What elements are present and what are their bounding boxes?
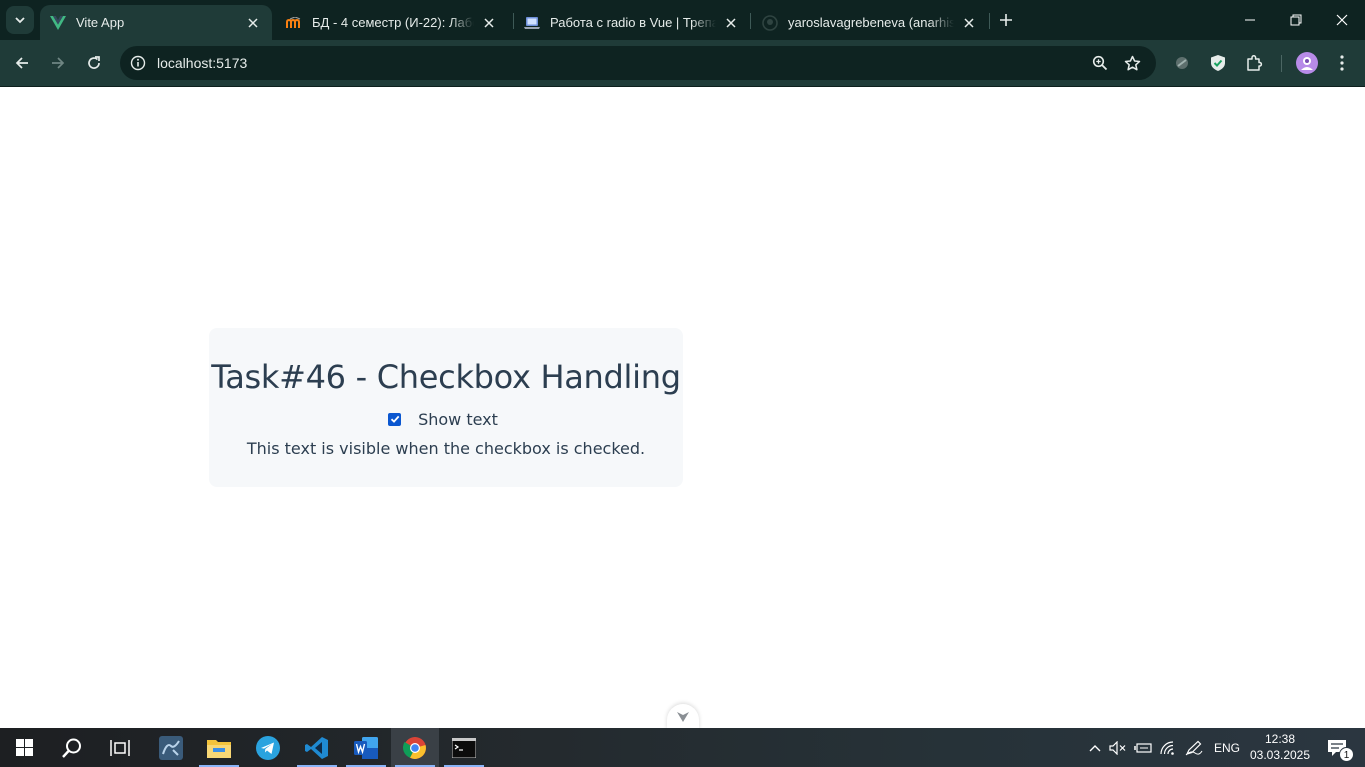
extension-vpn-icon[interactable] <box>1171 52 1193 74</box>
close-icon[interactable] <box>480 14 498 32</box>
back-button[interactable] <box>9 50 35 76</box>
notification-badge: 1 <box>1339 747 1354 762</box>
folder-icon <box>207 739 231 758</box>
browser-menu-button[interactable] <box>1331 52 1353 74</box>
battery-icon <box>1134 742 1152 753</box>
github-icon <box>762 14 778 31</box>
toolbar-divider <box>1281 55 1282 72</box>
checkbox-row: Show text <box>209 408 683 430</box>
moodle-icon <box>286 15 302 31</box>
laptop-icon <box>524 15 540 31</box>
show-text-checkbox[interactable] <box>388 412 402 426</box>
tab-vite-app[interactable]: Vite App <box>40 5 272 40</box>
start-button[interactable] <box>0 728 48 767</box>
telegram-icon <box>256 735 280 760</box>
battery-button[interactable] <box>1132 728 1154 767</box>
zoom-icon[interactable] <box>1090 53 1110 73</box>
page-viewport: Task#46 - Checkbox Handling Show text Th… <box>0 87 1365 730</box>
vue-logo-icon <box>50 15 66 31</box>
search-icon <box>62 738 81 758</box>
arrow-right-icon <box>52 57 65 69</box>
chevron-up-icon <box>1089 744 1101 751</box>
windows-taskbar: ENG 12:38 03.03.2025 1 <box>0 728 1365 767</box>
new-tab-button[interactable] <box>994 8 1018 32</box>
pen-workspace-button[interactable] <box>1183 728 1205 767</box>
bookmark-star-icon[interactable] <box>1122 53 1142 73</box>
chevron-down-icon <box>15 17 25 24</box>
volume-button[interactable] <box>1107 728 1129 767</box>
site-info-icon[interactable] <box>129 54 147 72</box>
restore-button[interactable] <box>1273 0 1319 40</box>
tab-separator <box>750 13 751 29</box>
taskbar-vscode[interactable] <box>293 728 341 767</box>
browser-toolbar: localhost:5173 <box>0 40 1365 87</box>
tab-title: БД - 4 семестр (И-22): Лабораторная <box>312 15 474 30</box>
close-window-button[interactable] <box>1319 0 1365 40</box>
extensions-puzzle-icon[interactable] <box>1243 52 1265 74</box>
url-text: localhost:5173 <box>157 55 248 71</box>
tab-trepachev[interactable]: Работа с radio в Vue | Трепачёв <box>514 5 750 40</box>
network-button[interactable] <box>1157 728 1179 767</box>
taskbar-chrome[interactable] <box>391 728 439 767</box>
tab-title: Vite App <box>76 15 125 30</box>
plus-icon <box>1000 14 1012 26</box>
clock[interactable]: 12:38 03.03.2025 <box>1245 731 1315 763</box>
taskbar-telegram[interactable] <box>244 728 292 767</box>
page-title: Task#46 - Checkbox Handling <box>211 358 681 396</box>
wifi-icon <box>1160 740 1174 755</box>
show-hidden-icons-button[interactable] <box>1085 728 1105 767</box>
reload-button[interactable] <box>81 50 107 76</box>
minimize-button[interactable] <box>1227 0 1273 40</box>
task-card: Task#46 - Checkbox Handling Show text Th… <box>209 328 683 487</box>
kebab-menu-icon <box>1340 55 1344 71</box>
word-icon <box>354 736 378 759</box>
tab-separator <box>989 13 990 29</box>
windows-logo-icon <box>15 739 33 756</box>
tab-github[interactable]: yaroslavagrebeneva (anarhissstka) <box>752 5 988 40</box>
clock-date: 03.03.2025 <box>1249 748 1311 762</box>
restore-icon <box>1290 14 1302 26</box>
volume-muted-icon <box>1109 740 1126 755</box>
task-view-icon <box>110 739 130 756</box>
extension-shield-icon[interactable] <box>1207 52 1229 74</box>
chevron-down-icon <box>677 712 689 722</box>
close-icon[interactable] <box>244 14 262 32</box>
pen-icon <box>1185 740 1203 755</box>
terminal-icon <box>452 737 476 758</box>
notification-center-button[interactable]: 1 <box>1320 728 1354 767</box>
language-label: ENG <box>1213 740 1240 755</box>
close-icon[interactable] <box>960 14 978 32</box>
minimize-icon <box>1245 19 1255 21</box>
taskbar-mysql-workbench[interactable] <box>147 728 195 767</box>
tab-title: yaroslavagrebeneva (anarhissstka) <box>788 15 954 30</box>
tab-moodle[interactable]: БД - 4 семестр (И-22): Лабораторная <box>276 5 508 40</box>
profile-avatar[interactable] <box>1296 52 1318 74</box>
scroll-down-indicator[interactable] <box>667 704 699 730</box>
checkmark-icon <box>390 415 399 423</box>
taskbar-word[interactable] <box>342 728 390 767</box>
forward-button[interactable] <box>45 50 71 76</box>
vscode-icon <box>305 736 328 759</box>
chrome-icon <box>403 736 426 759</box>
arrow-left-icon <box>15 57 28 69</box>
conditional-text: This text is visible when the checkbox i… <box>246 439 646 458</box>
task-view-button[interactable] <box>96 728 144 767</box>
checkbox-label[interactable]: Show text <box>418 410 498 429</box>
address-bar[interactable]: localhost:5173 <box>120 46 1156 80</box>
input-language-button[interactable]: ENG <box>1211 728 1243 767</box>
reload-icon <box>88 56 100 69</box>
taskbar-terminal[interactable] <box>440 728 488 767</box>
tab-search-button[interactable] <box>6 6 34 34</box>
mysql-workbench-icon <box>159 735 183 760</box>
close-icon[interactable] <box>722 14 740 32</box>
close-icon <box>1336 14 1348 26</box>
browser-titlebar: Vite App БД - 4 семестр (И-22): Лаборато… <box>0 0 1365 40</box>
search-button[interactable] <box>48 728 96 767</box>
tab-title: Работа с radio в Vue | Трепачёв <box>550 15 716 30</box>
clock-time: 12:38 <box>1264 732 1296 746</box>
taskbar-file-explorer[interactable] <box>195 728 243 767</box>
